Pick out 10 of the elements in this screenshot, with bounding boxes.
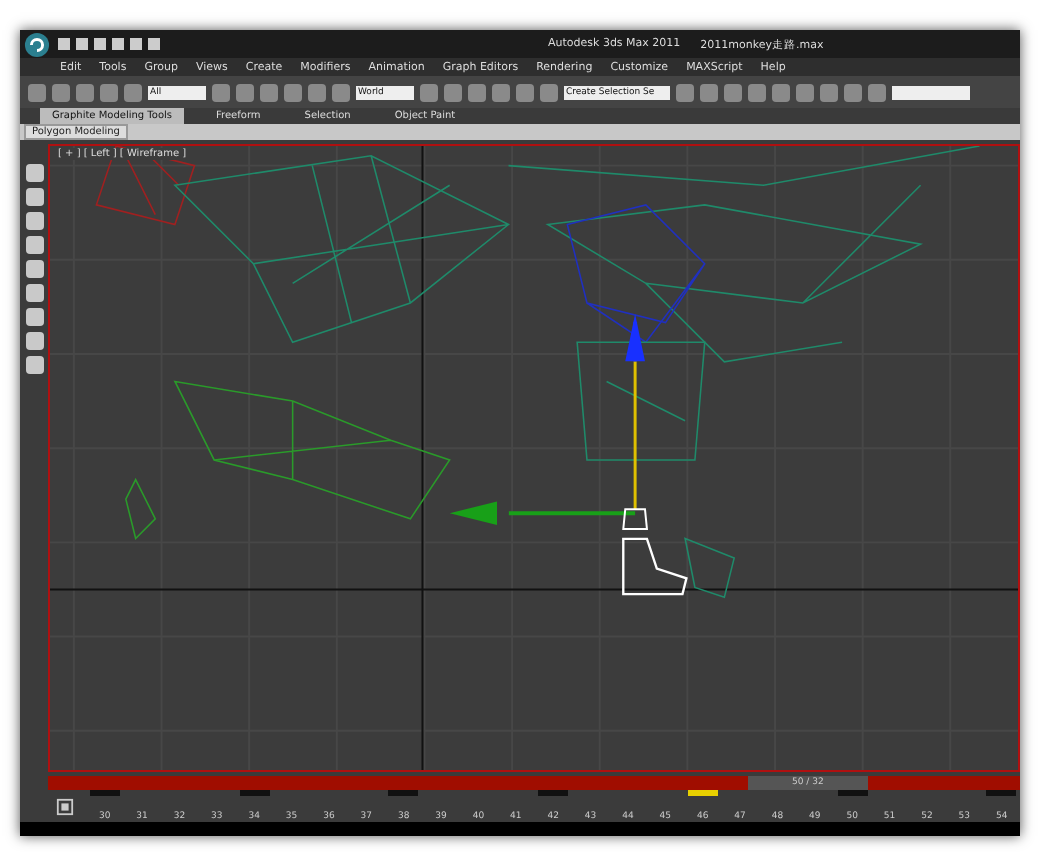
keyframe-marker[interactable]	[538, 790, 569, 796]
app-logo-icon[interactable]	[24, 31, 50, 57]
dropdown[interactable]	[892, 85, 971, 99]
keyframe-marker[interactable]	[687, 790, 718, 796]
keyframe-marker[interactable]	[388, 790, 419, 796]
key-mode-icon[interactable]	[56, 797, 74, 815]
keyframe-marker[interactable]	[239, 790, 270, 796]
keyframe-marker[interactable]	[986, 790, 1017, 796]
keyframe-marker[interactable]	[837, 790, 868, 796]
keyframe-marker[interactable]	[89, 790, 120, 796]
